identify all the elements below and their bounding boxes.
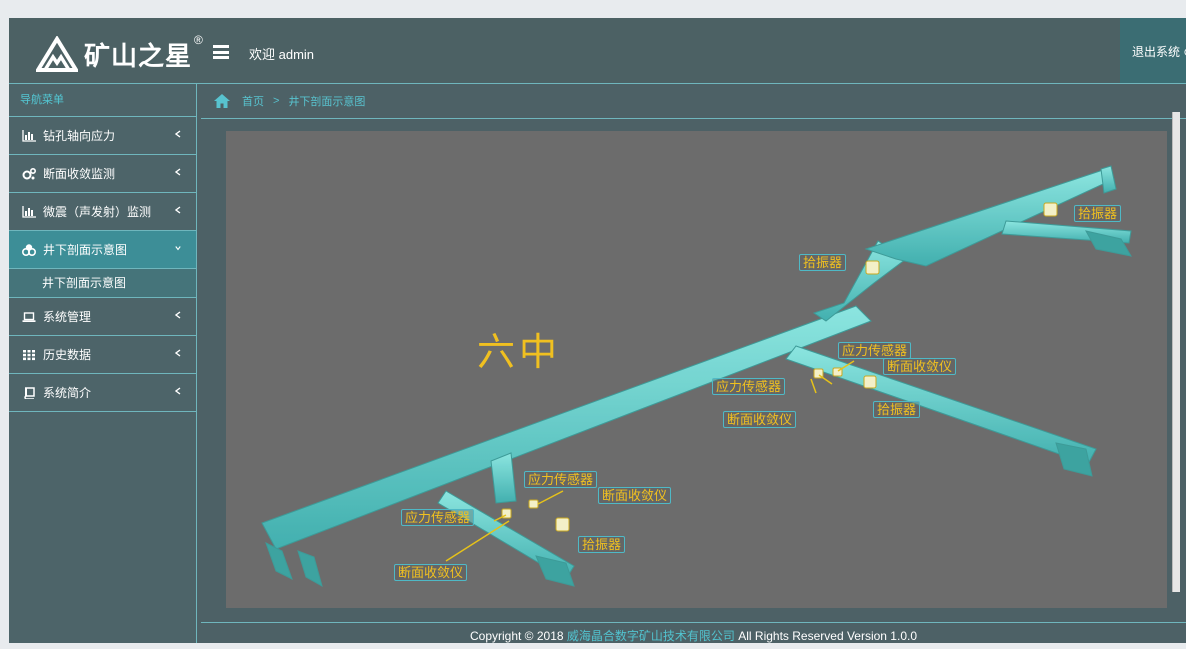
logo-text: 矿山之星 bbox=[84, 41, 193, 72]
sidebar-item-section-convergence[interactable]: 断面收敛监测 bbox=[9, 155, 196, 193]
breadcrumb-home-link[interactable]: 首页 bbox=[242, 93, 264, 109]
label-stress-3: 应力传感器 bbox=[524, 471, 598, 488]
label-stress-2: 应力传感器 bbox=[712, 378, 786, 395]
chevron-left-icon bbox=[175, 311, 181, 319]
book-icon bbox=[24, 386, 35, 399]
vertical-scrollbar[interactable] bbox=[1172, 112, 1180, 592]
chevron-left-icon bbox=[175, 168, 181, 176]
welcome-text: 欢迎 admin bbox=[249, 47, 315, 62]
sidebar-item-label: 微震（声发射）监测 bbox=[43, 205, 152, 219]
sidebar-item-label: 钻孔轴向应力 bbox=[43, 129, 116, 143]
bar-chart-icon bbox=[22, 205, 36, 218]
top-header: 矿山之星 ® 欢迎 admin 退出系统 ⊙ bbox=[9, 18, 1186, 84]
level-label-six-middle: 六中 bbox=[477, 330, 562, 374]
sidebar-item-label: 历史数据 bbox=[43, 348, 92, 362]
chevron-down-icon bbox=[175, 246, 181, 251]
grid-icon bbox=[23, 349, 35, 360]
chevron-left-icon bbox=[175, 130, 181, 138]
footer: Copyright © 2018 威海晶合数字矿山技术有限公司 All Righ… bbox=[201, 624, 1186, 643]
company-link[interactable]: 威海晶合数字矿山技术有限公司 bbox=[567, 629, 735, 643]
sidebar-item-label: 系统简介 bbox=[43, 386, 92, 400]
menu-toggle-icon[interactable] bbox=[213, 45, 229, 59]
breadcrumb-current: 井下剖面示意图 bbox=[288, 96, 366, 108]
label-convergence-2: 断面收敛仪 bbox=[723, 411, 797, 428]
main-content: 六中 拾振器 拾振器 应力传感器 断面收敛仪 应力传感器 断面收敛仪 拾振器 应… bbox=[201, 119, 1186, 623]
label-stress-4: 应力传感器 bbox=[401, 509, 475, 526]
label-pickup-4: 拾振器 bbox=[578, 536, 626, 553]
logout-button[interactable]: 退出系统 ⊙ bbox=[1120, 18, 1186, 83]
sidebar-item-underground-profile[interactable]: 井下剖面示意图 bbox=[9, 231, 196, 269]
sidebar-item-borehole-stress[interactable]: 钻孔轴向应力 bbox=[9, 117, 196, 155]
sidebar-item-system-management[interactable]: 系统管理 bbox=[9, 298, 196, 336]
chevron-left-icon bbox=[175, 387, 181, 395]
label-convergence-4: 断面收敛仪 bbox=[394, 564, 468, 581]
tunnel-network bbox=[261, 165, 1132, 588]
tunnel-3d-view[interactable]: 六中 拾振器 拾振器 应力传感器 断面收敛仪 应力传感器 断面收敛仪 拾振器 应… bbox=[226, 131, 1167, 608]
sidebar-item-label: 系统管理 bbox=[43, 310, 92, 324]
sidebar-item-label: 断面收敛监测 bbox=[43, 167, 116, 181]
nav-title: 导航菜单 bbox=[9, 84, 196, 117]
chevron-left-icon bbox=[175, 206, 181, 214]
sidebar-item-microseismic[interactable]: 微震（声发射）监测 bbox=[9, 193, 196, 231]
label-convergence-1: 断面收敛仪 bbox=[883, 358, 957, 375]
label-pickup-3: 拾振器 bbox=[873, 401, 921, 418]
laptop-icon bbox=[22, 311, 36, 322]
tunnel-diagram bbox=[261, 165, 1132, 588]
label-convergence-3: 断面收敛仪 bbox=[598, 487, 672, 504]
cubes-icon bbox=[22, 243, 36, 256]
breadcrumb: 首页 > 井下剖面示意图 bbox=[201, 84, 1186, 119]
registered-mark: ® bbox=[194, 33, 203, 47]
chevron-left-icon bbox=[175, 349, 181, 357]
mountain-logo-icon bbox=[36, 36, 78, 72]
footer-version: All Rights Reserved Version 1.0.0 bbox=[734, 629, 917, 643]
footer-copyright: Copyright © 2018 bbox=[469, 629, 567, 643]
bar-chart-icon bbox=[22, 129, 36, 142]
submenu-item-underground-profile[interactable]: 井下剖面示意图 bbox=[9, 269, 196, 298]
sidebar-item-history-data[interactable]: 历史数据 bbox=[9, 336, 196, 374]
logo: 矿山之星 ® bbox=[36, 33, 203, 74]
sidebar-item-system-intro[interactable]: 系统简介 bbox=[9, 374, 196, 412]
label-pickup-2: 拾振器 bbox=[799, 254, 847, 271]
app-window: 矿山之星 ® 欢迎 admin 退出系统 ⊙ 导航菜单 钻孔轴向应力 断面收敛监… bbox=[9, 18, 1186, 643]
home-icon[interactable] bbox=[214, 94, 230, 108]
sidebar-item-label: 井下剖面示意图 bbox=[43, 243, 128, 257]
breadcrumb-separator: > bbox=[273, 95, 280, 107]
gears-icon bbox=[22, 167, 36, 179]
label-stress-1: 应力传感器 bbox=[838, 342, 912, 359]
label-pickup-1: 拾振器 bbox=[1074, 205, 1122, 222]
sidebar: 导航菜单 钻孔轴向应力 断面收敛监测 微震（声发射）监测 井下剖面示意图 井下剖… bbox=[9, 84, 197, 643]
